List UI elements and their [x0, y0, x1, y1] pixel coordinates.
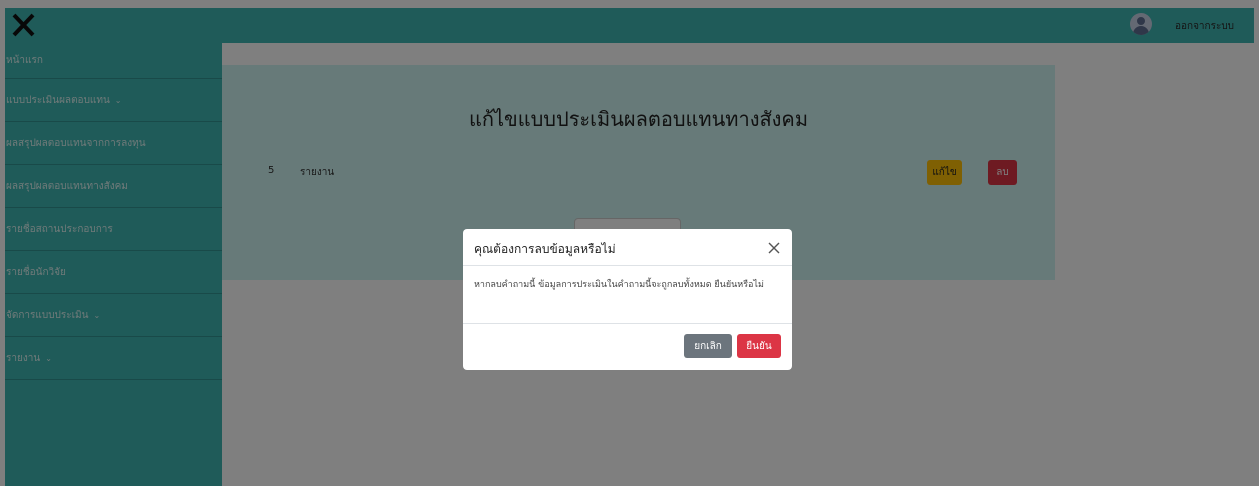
modal-footer: ยกเลิก ยืนยัน	[463, 323, 792, 370]
close-icon[interactable]	[767, 241, 781, 255]
modal-body-text: หากลบคำถามนี้ ข้อมูลการประเมินในคำถามนี้…	[474, 280, 764, 290]
modal-header: คุณต้องการลบข้อมูลหรือไม่	[463, 229, 792, 266]
confirm-button[interactable]: ยืนยัน	[737, 334, 781, 358]
confirm-delete-modal: คุณต้องการลบข้อมูลหรือไม่ หากลบคำถามนี้ …	[463, 229, 792, 370]
cancel-button[interactable]: ยกเลิก	[684, 334, 732, 358]
modal-title: คุณต้องการลบข้อมูลหรือไม่	[474, 242, 616, 256]
